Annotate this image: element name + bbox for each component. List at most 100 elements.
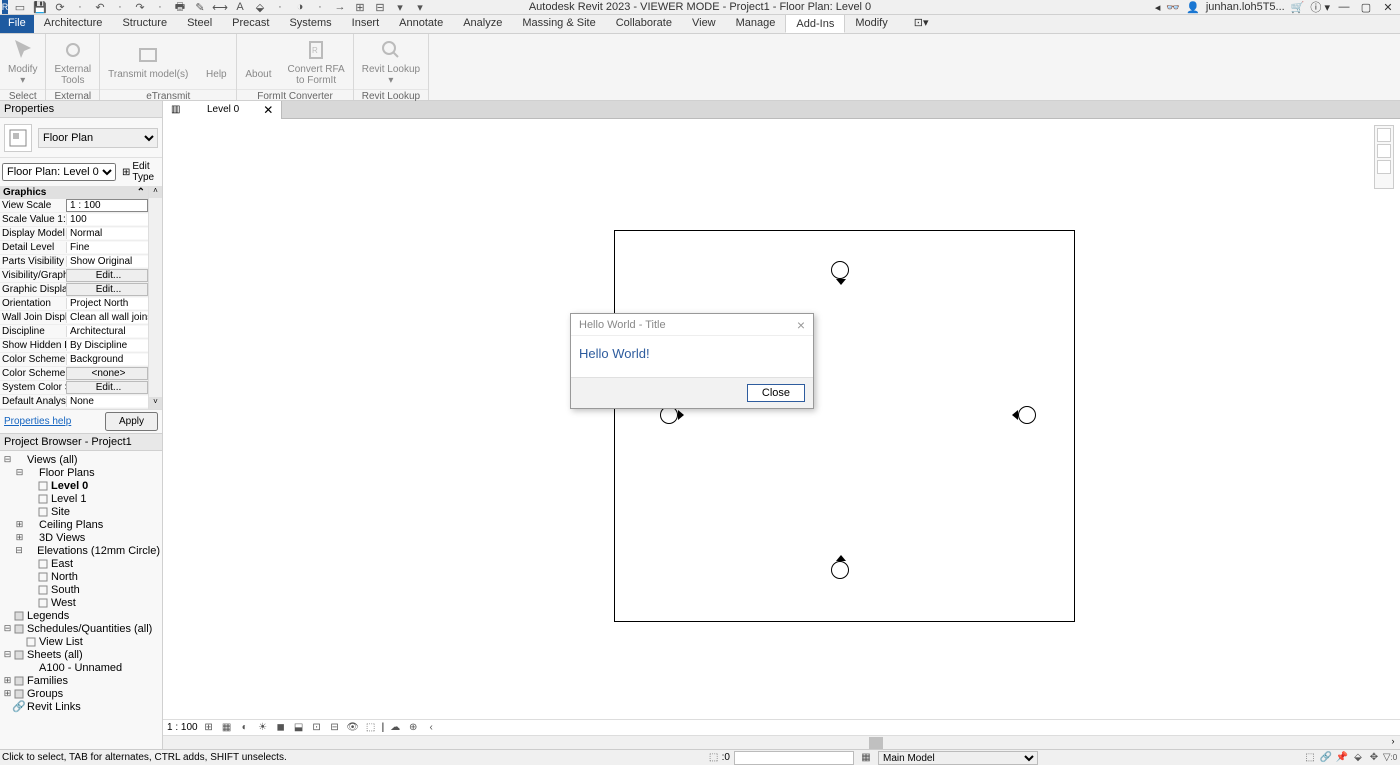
prop-row[interactable]: DisciplineArchitectural xyxy=(0,325,148,339)
hide-icon[interactable]: 👁 xyxy=(346,721,360,735)
qat-open-icon[interactable]: ▭ xyxy=(12,0,28,14)
navigation-bar[interactable] xyxy=(1374,125,1394,189)
cart-icon[interactable]: 🛒 xyxy=(1291,1,1305,14)
prop-row[interactable]: Wall Join DisplayClean all wall joins xyxy=(0,311,148,325)
prop-row[interactable]: Color Scheme<none> xyxy=(0,367,148,381)
prop-edit-button[interactable]: Edit... xyxy=(66,381,148,394)
sb-model-dropdown[interactable]: Main Model xyxy=(878,751,1038,765)
prop-value[interactable]: Clean all wall joins xyxy=(66,312,148,323)
drawing-canvas[interactable] xyxy=(163,119,1400,719)
prop-edit-button[interactable]: Edit... xyxy=(66,269,148,282)
properties-help-link[interactable]: Properties help xyxy=(4,416,71,427)
tree-toggle-icon[interactable]: ⊟ xyxy=(2,649,13,660)
pan-icon[interactable] xyxy=(1377,160,1391,174)
crop-icon[interactable]: ⊡ xyxy=(310,721,324,735)
cloud-icon[interactable]: ☁ xyxy=(388,721,402,735)
tree-node[interactable]: 🔗Revit Links xyxy=(2,700,160,713)
collapse-icon[interactable]: ⌃ xyxy=(137,187,145,198)
tab-structure[interactable]: Structure xyxy=(112,14,177,33)
tree-node[interactable]: ⊞3D Views xyxy=(2,531,160,544)
vb-left-icon[interactable]: ‹ xyxy=(424,721,438,735)
sb-face-icon[interactable]: ⬙ xyxy=(1350,751,1366,765)
tab-massing-site[interactable]: Massing & Site xyxy=(512,14,605,33)
scrollbar-thumb[interactable] xyxy=(869,737,883,749)
tree-node[interactable]: View List xyxy=(2,635,160,648)
tree-node[interactable]: ⊟Views (all) xyxy=(2,453,160,466)
prop-value[interactable]: None xyxy=(66,396,148,407)
prop-value[interactable]: Project North xyxy=(66,298,148,309)
scroll-right-icon[interactable]: › xyxy=(1386,736,1400,750)
scale-icon[interactable]: ⊞ xyxy=(202,721,216,735)
tree-node[interactable]: Level 1 xyxy=(2,492,160,505)
tree-node[interactable]: West xyxy=(2,596,160,609)
tab-manage[interactable]: Manage xyxy=(726,14,786,33)
transmit-button[interactable]: Transmit model(s) xyxy=(100,34,196,89)
qat-text-icon[interactable]: A xyxy=(232,0,248,14)
qat-close-icon[interactable]: ⊟ xyxy=(372,0,388,14)
prop-row[interactable]: Show Hidden Lin...By Discipline xyxy=(0,339,148,353)
scroll-down-icon[interactable]: ˅ xyxy=(149,397,162,409)
prop-row[interactable]: Display ModelNormal xyxy=(0,227,148,241)
minimize-icon[interactable]: — xyxy=(1336,0,1352,14)
tree-node[interactable]: ⊞Groups xyxy=(2,687,160,700)
instance-dropdown[interactable]: Floor Plan: Level 0 xyxy=(2,163,116,181)
apply-button[interactable]: Apply xyxy=(105,412,158,431)
zoom-icon[interactable] xyxy=(1377,144,1391,158)
prop-row[interactable]: Visibility/Graphic...Edit... xyxy=(0,269,148,283)
tab-add-ins[interactable]: Add-Ins xyxy=(785,14,845,33)
prop-row[interactable]: Scale Value 1:100 xyxy=(0,213,148,227)
tree-node[interactable]: East xyxy=(2,557,160,570)
prop-value[interactable]: Background xyxy=(66,354,148,365)
external-tools-button[interactable]: External Tools xyxy=(46,34,99,89)
qat-section-icon[interactable]: ◑ xyxy=(292,0,308,14)
prop-row[interactable]: Detail LevelFine xyxy=(0,241,148,255)
search-icon[interactable]: 👓 xyxy=(1166,1,1180,14)
qat-print-icon[interactable]: 🖶 xyxy=(172,0,188,14)
tab-modify[interactable]: Modify xyxy=(845,14,897,33)
tree-toggle-icon[interactable]: ⊞ xyxy=(14,532,25,543)
qat-dim-icon[interactable]: ⟷ xyxy=(212,0,228,14)
sb-editable-icon[interactable]: ▦ xyxy=(858,751,874,765)
maximize-icon[interactable]: ▢ xyxy=(1358,0,1374,14)
sb-link-icon[interactable]: 🔗 xyxy=(1318,751,1334,765)
tree-node[interactable]: Level 0 xyxy=(2,479,160,492)
sun-icon[interactable]: ☀ xyxy=(256,721,270,735)
tab-file[interactable]: File xyxy=(0,14,34,33)
edit-type-button[interactable]: ⊞Edit Type xyxy=(118,160,160,184)
tab-collaborate[interactable]: Collaborate xyxy=(606,14,682,33)
shadow-icon[interactable]: ◼ xyxy=(274,721,288,735)
tree-toggle-icon[interactable]: ⊟ xyxy=(2,623,13,634)
qat-switch-icon[interactable]: ▾ xyxy=(392,0,408,14)
tree-toggle-icon[interactable]: ⊟ xyxy=(14,545,24,556)
elevation-marker-north[interactable] xyxy=(831,261,849,279)
sb-worksets-icon[interactable]: ⬚ xyxy=(706,751,722,765)
prop-category[interactable]: Graphics⌃ xyxy=(0,186,148,199)
user-name[interactable]: junhan.loh5T5... xyxy=(1206,1,1285,13)
reveal-icon[interactable]: ⬚ xyxy=(364,721,378,735)
prop-value[interactable]: 1 : 100 xyxy=(66,199,148,212)
elevation-marker-east[interactable] xyxy=(1018,406,1036,424)
project-browser[interactable]: ⊟Views (all)⊟Floor PlansLevel 0Level 1Si… xyxy=(0,451,162,749)
tree-node[interactable]: ⊟Sheets (all) xyxy=(2,648,160,661)
tree-node[interactable]: North xyxy=(2,570,160,583)
nav-arrow-icon[interactable]: ◂ xyxy=(1155,1,1161,14)
qat-sync-icon[interactable]: ⟳ xyxy=(52,0,68,14)
tree-toggle-icon[interactable]: ⊞ xyxy=(14,519,25,530)
doc-tab-level0[interactable]: ▥ Level 0 ✕ xyxy=(163,101,282,119)
qat-arrow-icon[interactable]: → xyxy=(332,0,348,14)
qat-redo-icon[interactable]: ↷ xyxy=(132,0,148,14)
sb-filter-icon[interactable]: ▽:0 xyxy=(1382,751,1398,765)
close-window-icon[interactable]: ✕ xyxy=(1380,0,1396,14)
help-button[interactable]: Help xyxy=(196,34,236,89)
revit-lookup-button[interactable]: Revit Lookup ▾ xyxy=(354,34,428,89)
tree-toggle-icon[interactable]: ⊟ xyxy=(14,467,25,478)
tree-node[interactable]: ⊟Elevations (12mm Circle) xyxy=(2,544,160,557)
prop-row[interactable]: Default Analysis ...None xyxy=(0,395,148,409)
tab-analyze[interactable]: Analyze xyxy=(453,14,512,33)
tree-node[interactable]: ⊟Schedules/Quantities (all) xyxy=(2,622,160,635)
tab-systems[interactable]: Systems xyxy=(279,14,341,33)
prop-value[interactable]: By Discipline xyxy=(66,340,148,351)
tree-node[interactable]: South xyxy=(2,583,160,596)
prop-row[interactable]: Color Scheme Lo...Background xyxy=(0,353,148,367)
prop-value[interactable]: Architectural xyxy=(66,326,148,337)
